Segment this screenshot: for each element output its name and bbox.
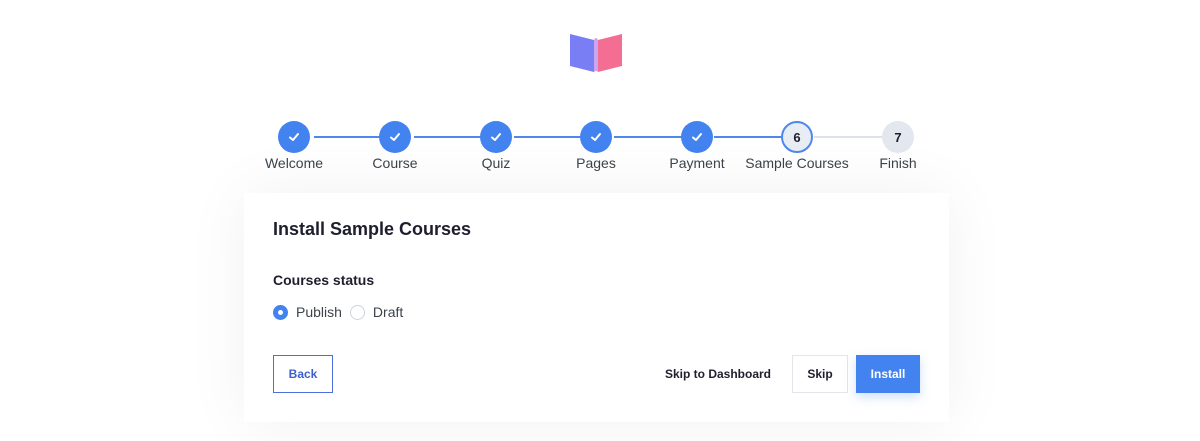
step-number: 6 [793, 129, 801, 145]
step-connector [714, 136, 782, 138]
step-finish-number[interactable]: 7 [882, 121, 914, 153]
step-connector [514, 136, 582, 138]
step-connector [314, 136, 382, 138]
step-label-sample-courses: Sample Courses [745, 155, 849, 171]
step-payment-check-icon[interactable] [681, 121, 713, 153]
setup-stepper: 6 7 Welcome Course Quiz Pages Payment Sa… [0, 0, 1200, 190]
step-number: 7 [894, 129, 902, 145]
courses-status-label: Courses status [273, 272, 375, 288]
skip-button[interactable]: Skip [792, 355, 848, 393]
step-label-finish: Finish [879, 155, 917, 171]
step-label-course: Course [372, 155, 418, 171]
draft-radio[interactable] [349, 304, 365, 320]
courses-status-radio-group: Publish Draft [273, 304, 411, 320]
step-label-welcome: Welcome [264, 155, 324, 171]
step-welcome-check-icon[interactable] [278, 121, 310, 153]
draft-radio-label[interactable]: Draft [373, 304, 403, 320]
step-label-quiz: Quiz [481, 155, 511, 171]
step-pages-check-icon[interactable] [580, 121, 612, 153]
step-connector [814, 136, 882, 138]
publish-radio-label[interactable]: Publish [296, 304, 342, 320]
step-connector [414, 136, 482, 138]
step-label-pages: Pages [576, 155, 616, 171]
card-title: Install Sample Courses [273, 219, 472, 239]
publish-radio[interactable] [273, 304, 288, 320]
step-course-check-icon[interactable] [379, 121, 411, 153]
step-connector [614, 136, 682, 138]
install-button[interactable]: Install [856, 355, 920, 393]
step-label-payment: Payment [669, 155, 725, 171]
step-sample-courses-number[interactable]: 6 [781, 121, 813, 153]
step-quiz-check-icon[interactable] [480, 121, 512, 153]
skip-to-dashboard-button[interactable]: Skip to Dashboard [660, 355, 776, 393]
back-button[interactable]: Back [273, 355, 333, 393]
